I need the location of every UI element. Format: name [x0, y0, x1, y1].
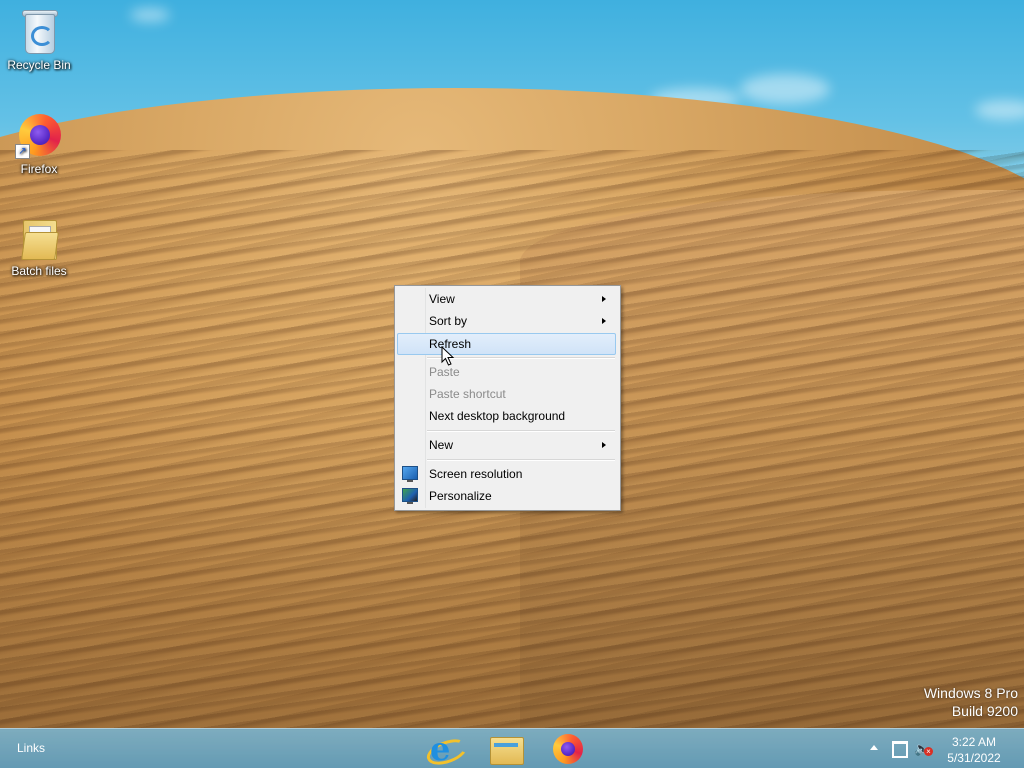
- desktop-icon-label: Firefox: [20, 162, 58, 176]
- menu-separator: [427, 357, 615, 359]
- firefox-icon: ↗: [15, 112, 63, 160]
- menu-item-label: Screen resolution: [429, 467, 523, 481]
- screen-resolution-icon: [402, 466, 418, 482]
- desktop[interactable]: Recycle Bin ↗ Firefox Batch files View S…: [0, 0, 1024, 768]
- menu-item-label: Next desktop background: [429, 409, 566, 423]
- mouse-cursor-icon: [441, 346, 455, 366]
- menu-item-new[interactable]: New: [397, 435, 616, 455]
- personalize-icon: [402, 488, 418, 504]
- menu-item-label: Personalize: [429, 489, 492, 503]
- desktop-context-menu: View Sort by Refresh Paste Paste shortcu…: [394, 285, 621, 511]
- menu-separator: [427, 430, 615, 432]
- taskbar: Links e 🔈 × 3:22 AM 5/31/2022: [0, 728, 1024, 768]
- links-toolbar[interactable]: Links: [17, 741, 45, 755]
- menu-item-view[interactable]: View: [397, 289, 616, 309]
- menu-item-label: New: [429, 438, 454, 452]
- desktop-icon-label: Recycle Bin: [7, 58, 71, 72]
- desktop-icon-firefox[interactable]: ↗ Firefox: [1, 112, 77, 176]
- shortcut-arrow-icon: ↗: [15, 144, 30, 159]
- watermark-edition: Windows 8 Pro: [923, 685, 1018, 701]
- windows-build-watermark: Windows 8 Pro Build 9200: [924, 684, 1018, 720]
- menu-separator: [427, 459, 615, 461]
- clock-time: 3:22 AM: [951, 735, 997, 749]
- menu-item-paste-shortcut[interactable]: Paste shortcut: [397, 384, 616, 404]
- submenu-arrow-icon: [602, 296, 606, 302]
- menu-item-label: Sort by: [429, 314, 468, 328]
- show-hidden-icons-chevron-icon[interactable]: [870, 745, 878, 750]
- desktop-icon-label: Batch files: [11, 264, 67, 278]
- submenu-arrow-icon: [602, 318, 606, 324]
- menu-item-label: View: [429, 292, 455, 306]
- mute-indicator-icon: ×: [924, 747, 933, 756]
- clock-date: 5/31/2022: [947, 751, 1001, 765]
- recycle-bin-icon: [15, 8, 63, 56]
- submenu-arrow-icon: [602, 442, 606, 448]
- menu-item-sort-by[interactable]: Sort by: [397, 311, 616, 331]
- network-icon[interactable]: [892, 741, 908, 758]
- menu-item-refresh[interactable]: Refresh: [397, 333, 616, 355]
- menu-item-label: Paste shortcut: [429, 387, 506, 401]
- taskbar-file-explorer-button[interactable]: [482, 731, 530, 767]
- menu-item-paste[interactable]: Paste: [397, 362, 616, 382]
- menu-item-screen-resolution[interactable]: Screen resolution: [397, 464, 616, 484]
- taskbar-internet-explorer-button[interactable]: e: [420, 731, 471, 768]
- desktop-icon-recycle-bin[interactable]: Recycle Bin: [1, 8, 77, 72]
- desktop-icon-batch-files[interactable]: Batch files: [1, 214, 77, 278]
- folder-icon: [15, 214, 63, 262]
- taskbar-firefox-button[interactable]: [544, 731, 592, 767]
- taskbar-clock[interactable]: 3:22 AM 5/31/2022: [942, 734, 1006, 766]
- menu-item-personalize[interactable]: Personalize: [397, 486, 616, 506]
- watermark-build: Build 9200: [951, 703, 1018, 719]
- menu-item-next-desktop-background[interactable]: Next desktop background: [397, 406, 616, 426]
